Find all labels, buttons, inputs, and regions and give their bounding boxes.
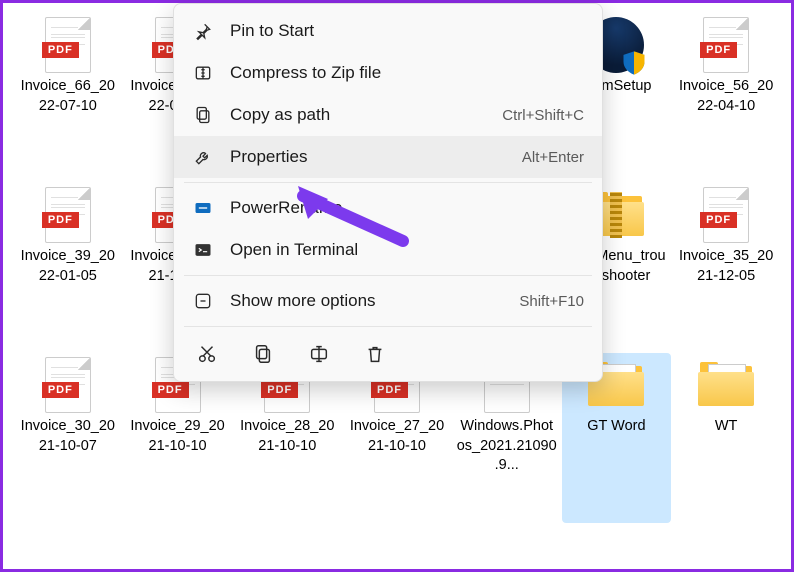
context-menu: Pin to Start Compress to Zip file Copy a… <box>173 3 603 382</box>
file-item[interactable]: WT <box>671 353 781 523</box>
menu-action-row <box>174 331 602 375</box>
file-label: Invoice_66_2022-07-10 <box>18 77 118 116</box>
zip-icon <box>192 62 214 84</box>
file-label: Invoice_39_2022-01-05 <box>18 247 118 286</box>
file-label: Invoice_30_2021-10-07 <box>18 417 118 456</box>
file-label: Invoice_27_2021-10-10 <box>347 417 447 456</box>
menu-shortcut: Ctrl+Shift+C <box>502 107 584 124</box>
file-item[interactable]: PDF Invoice_30_2021-10-07 <box>13 353 123 523</box>
menu-label: PowerRename <box>230 198 584 218</box>
file-label: Invoice_35_2021-12-05 <box>676 247 776 286</box>
file-item[interactable]: PDF Invoice_39_2022-01-05 <box>13 183 123 353</box>
copy-icon[interactable] <box>250 341 276 367</box>
copy-path-icon <box>192 104 214 126</box>
file-label: GT Word <box>587 417 645 437</box>
menu-separator <box>184 326 592 327</box>
menu-properties[interactable]: Properties Alt+Enter <box>174 136 602 178</box>
menu-separator <box>184 275 592 276</box>
menu-copy-as-path[interactable]: Copy as path Ctrl+Shift+C <box>174 94 602 136</box>
menu-show-more[interactable]: Show more options Shift+F10 <box>174 280 602 322</box>
file-item[interactable]: PDF Invoice_56_2022-04-10 <box>671 13 781 183</box>
pdf-file-icon: PDF <box>40 187 96 243</box>
menu-shortcut: Alt+Enter <box>522 149 584 166</box>
file-label: Invoice_56_2022-04-10 <box>676 77 776 116</box>
menu-separator <box>184 182 592 183</box>
pin-icon <box>192 20 214 42</box>
menu-open-terminal[interactable]: Open in Terminal <box>174 229 602 271</box>
power-rename-icon <box>192 197 214 219</box>
menu-label: Copy as path <box>230 105 502 125</box>
menu-label: Open in Terminal <box>230 240 584 260</box>
file-item[interactable]: PDF Invoice_66_2022-07-10 <box>13 13 123 183</box>
menu-power-rename[interactable]: PowerRename <box>174 187 602 229</box>
menu-compress-zip[interactable]: Compress to Zip file <box>174 52 602 94</box>
menu-label: Compress to Zip file <box>230 63 584 83</box>
file-item[interactable]: PDF Invoice_35_2021-12-05 <box>671 183 781 353</box>
menu-shortcut: Shift+F10 <box>519 293 584 310</box>
file-label: WT <box>715 417 738 437</box>
pdf-file-icon: PDF <box>698 17 754 73</box>
terminal-icon <box>192 239 214 261</box>
folder-icon <box>698 357 754 413</box>
file-label: Invoice_28_2021-10-10 <box>237 417 337 456</box>
cut-icon[interactable] <box>194 341 220 367</box>
show-more-icon <box>192 290 214 312</box>
delete-icon[interactable] <box>362 341 388 367</box>
file-label: Invoice_29_2021-10-10 <box>128 417 228 456</box>
pdf-file-icon: PDF <box>40 357 96 413</box>
menu-label: Properties <box>230 147 522 167</box>
wrench-icon <box>192 146 214 168</box>
menu-pin-to-start[interactable]: Pin to Start <box>174 10 602 52</box>
pdf-file-icon: PDF <box>698 187 754 243</box>
file-label: Windows.Photos_2021.21090.9... <box>457 417 557 476</box>
pdf-file-icon: PDF <box>40 17 96 73</box>
menu-label: Pin to Start <box>230 21 584 41</box>
menu-label: Show more options <box>230 291 519 311</box>
rename-icon[interactable] <box>306 341 332 367</box>
